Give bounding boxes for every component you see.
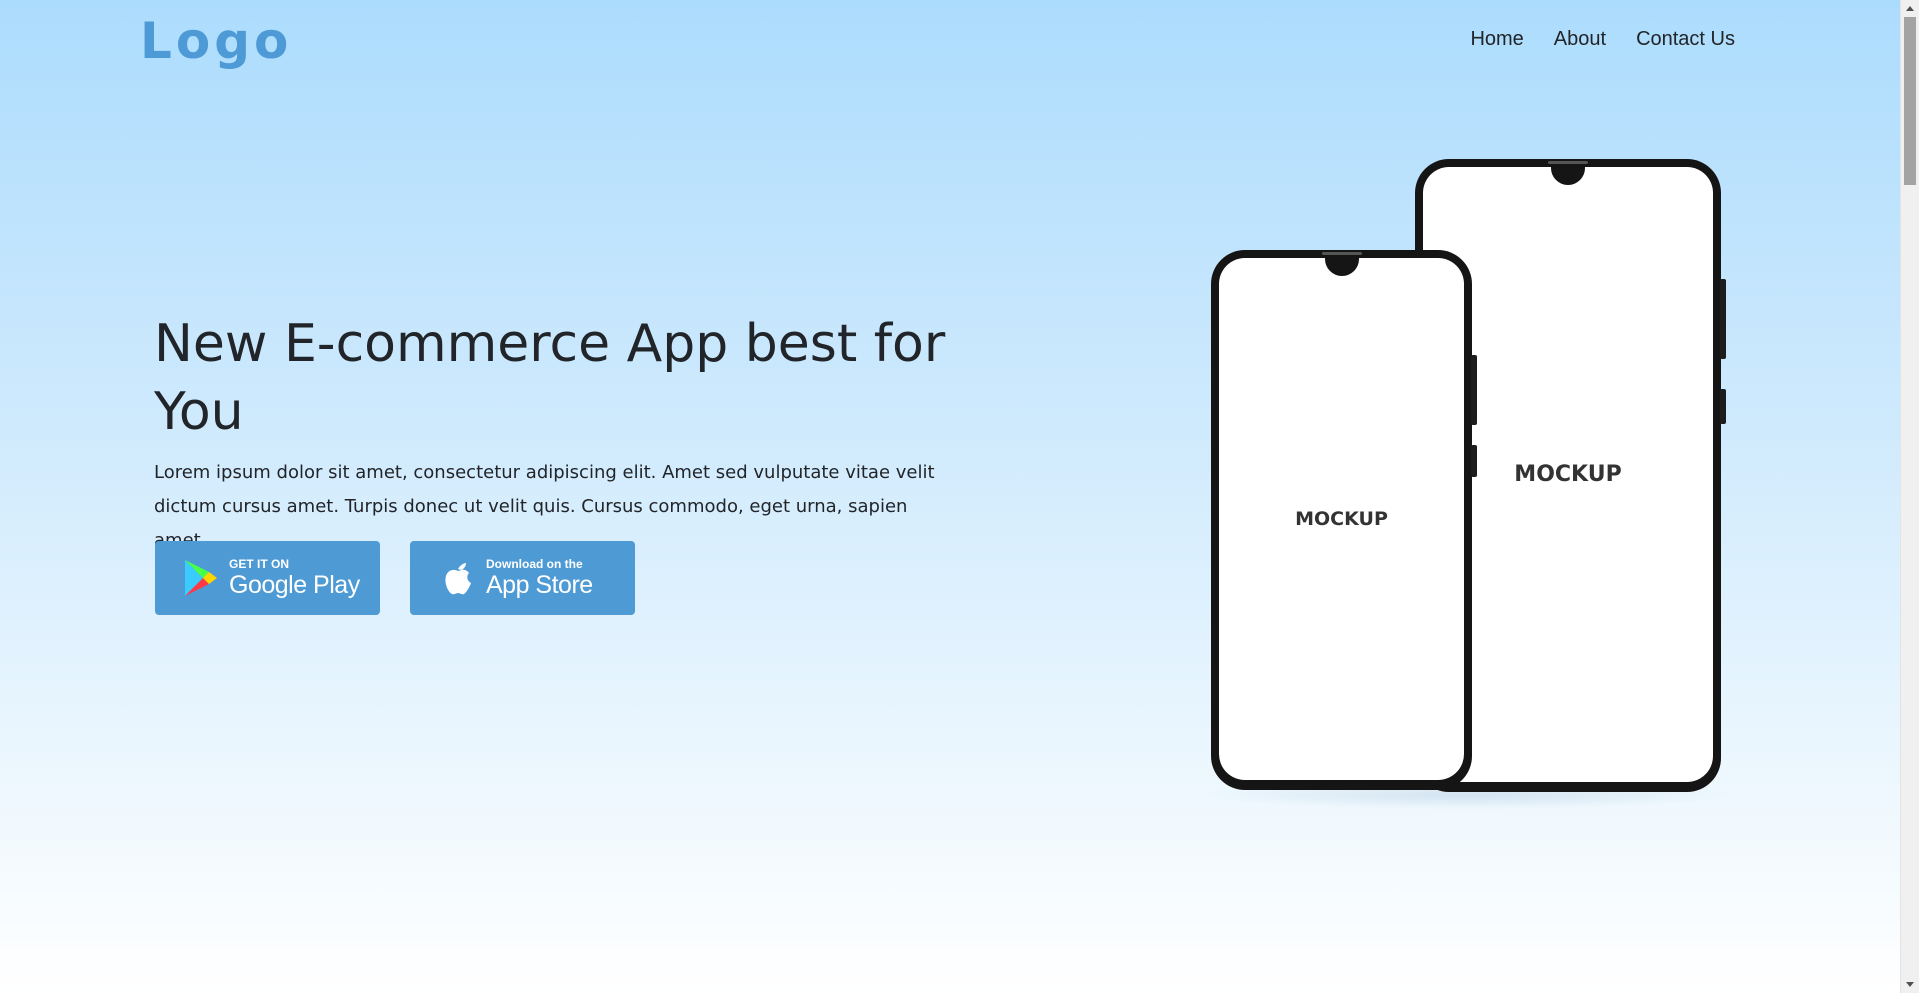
phone-speaker — [1321, 252, 1362, 255]
nav-home-link[interactable]: Home — [1470, 28, 1523, 51]
google-play-label: Google Play — [229, 571, 360, 599]
google-play-icon — [183, 558, 219, 598]
app-store-label: App Store — [486, 571, 593, 599]
phone-side-button — [1720, 279, 1726, 359]
mockup-label: MOCKUP — [1514, 462, 1622, 487]
phone-mockup-front: MOCKUP — [1211, 250, 1477, 790]
scrollbar-thumb[interactable] — [1904, 17, 1916, 185]
app-store-button[interactable]: Download on the App Store — [410, 541, 635, 615]
hero-title: New E-commerce App best for You — [154, 314, 946, 442]
phone-side-button — [1720, 389, 1726, 424]
scroll-up-arrow-icon[interactable] — [1906, 6, 1914, 11]
landing-page: Logo Home About Contact Us New E-commerc… — [0, 0, 1900, 993]
apple-icon — [440, 558, 476, 598]
vertical-scrollbar[interactable] — [1900, 0, 1919, 993]
google-play-small-text: GET IT ON — [229, 557, 289, 571]
mockup-label: MOCKUP — [1295, 508, 1388, 530]
logo[interactable]: Logo — [140, 10, 292, 72]
nav-about-link[interactable]: About — [1554, 28, 1606, 51]
phone-side-button — [1471, 445, 1477, 477]
scroll-down-arrow-icon[interactable] — [1906, 982, 1914, 987]
google-play-button[interactable]: GET IT ON Google Play — [155, 541, 380, 615]
phone-screen: MOCKUP — [1219, 258, 1464, 780]
app-store-small-text: Download on the — [486, 557, 583, 571]
nav-contact-link[interactable]: Contact Us — [1636, 28, 1735, 51]
phone-speaker — [1548, 161, 1588, 164]
phone-side-button — [1471, 355, 1477, 425]
main-nav: Home About Contact Us — [1470, 28, 1735, 51]
